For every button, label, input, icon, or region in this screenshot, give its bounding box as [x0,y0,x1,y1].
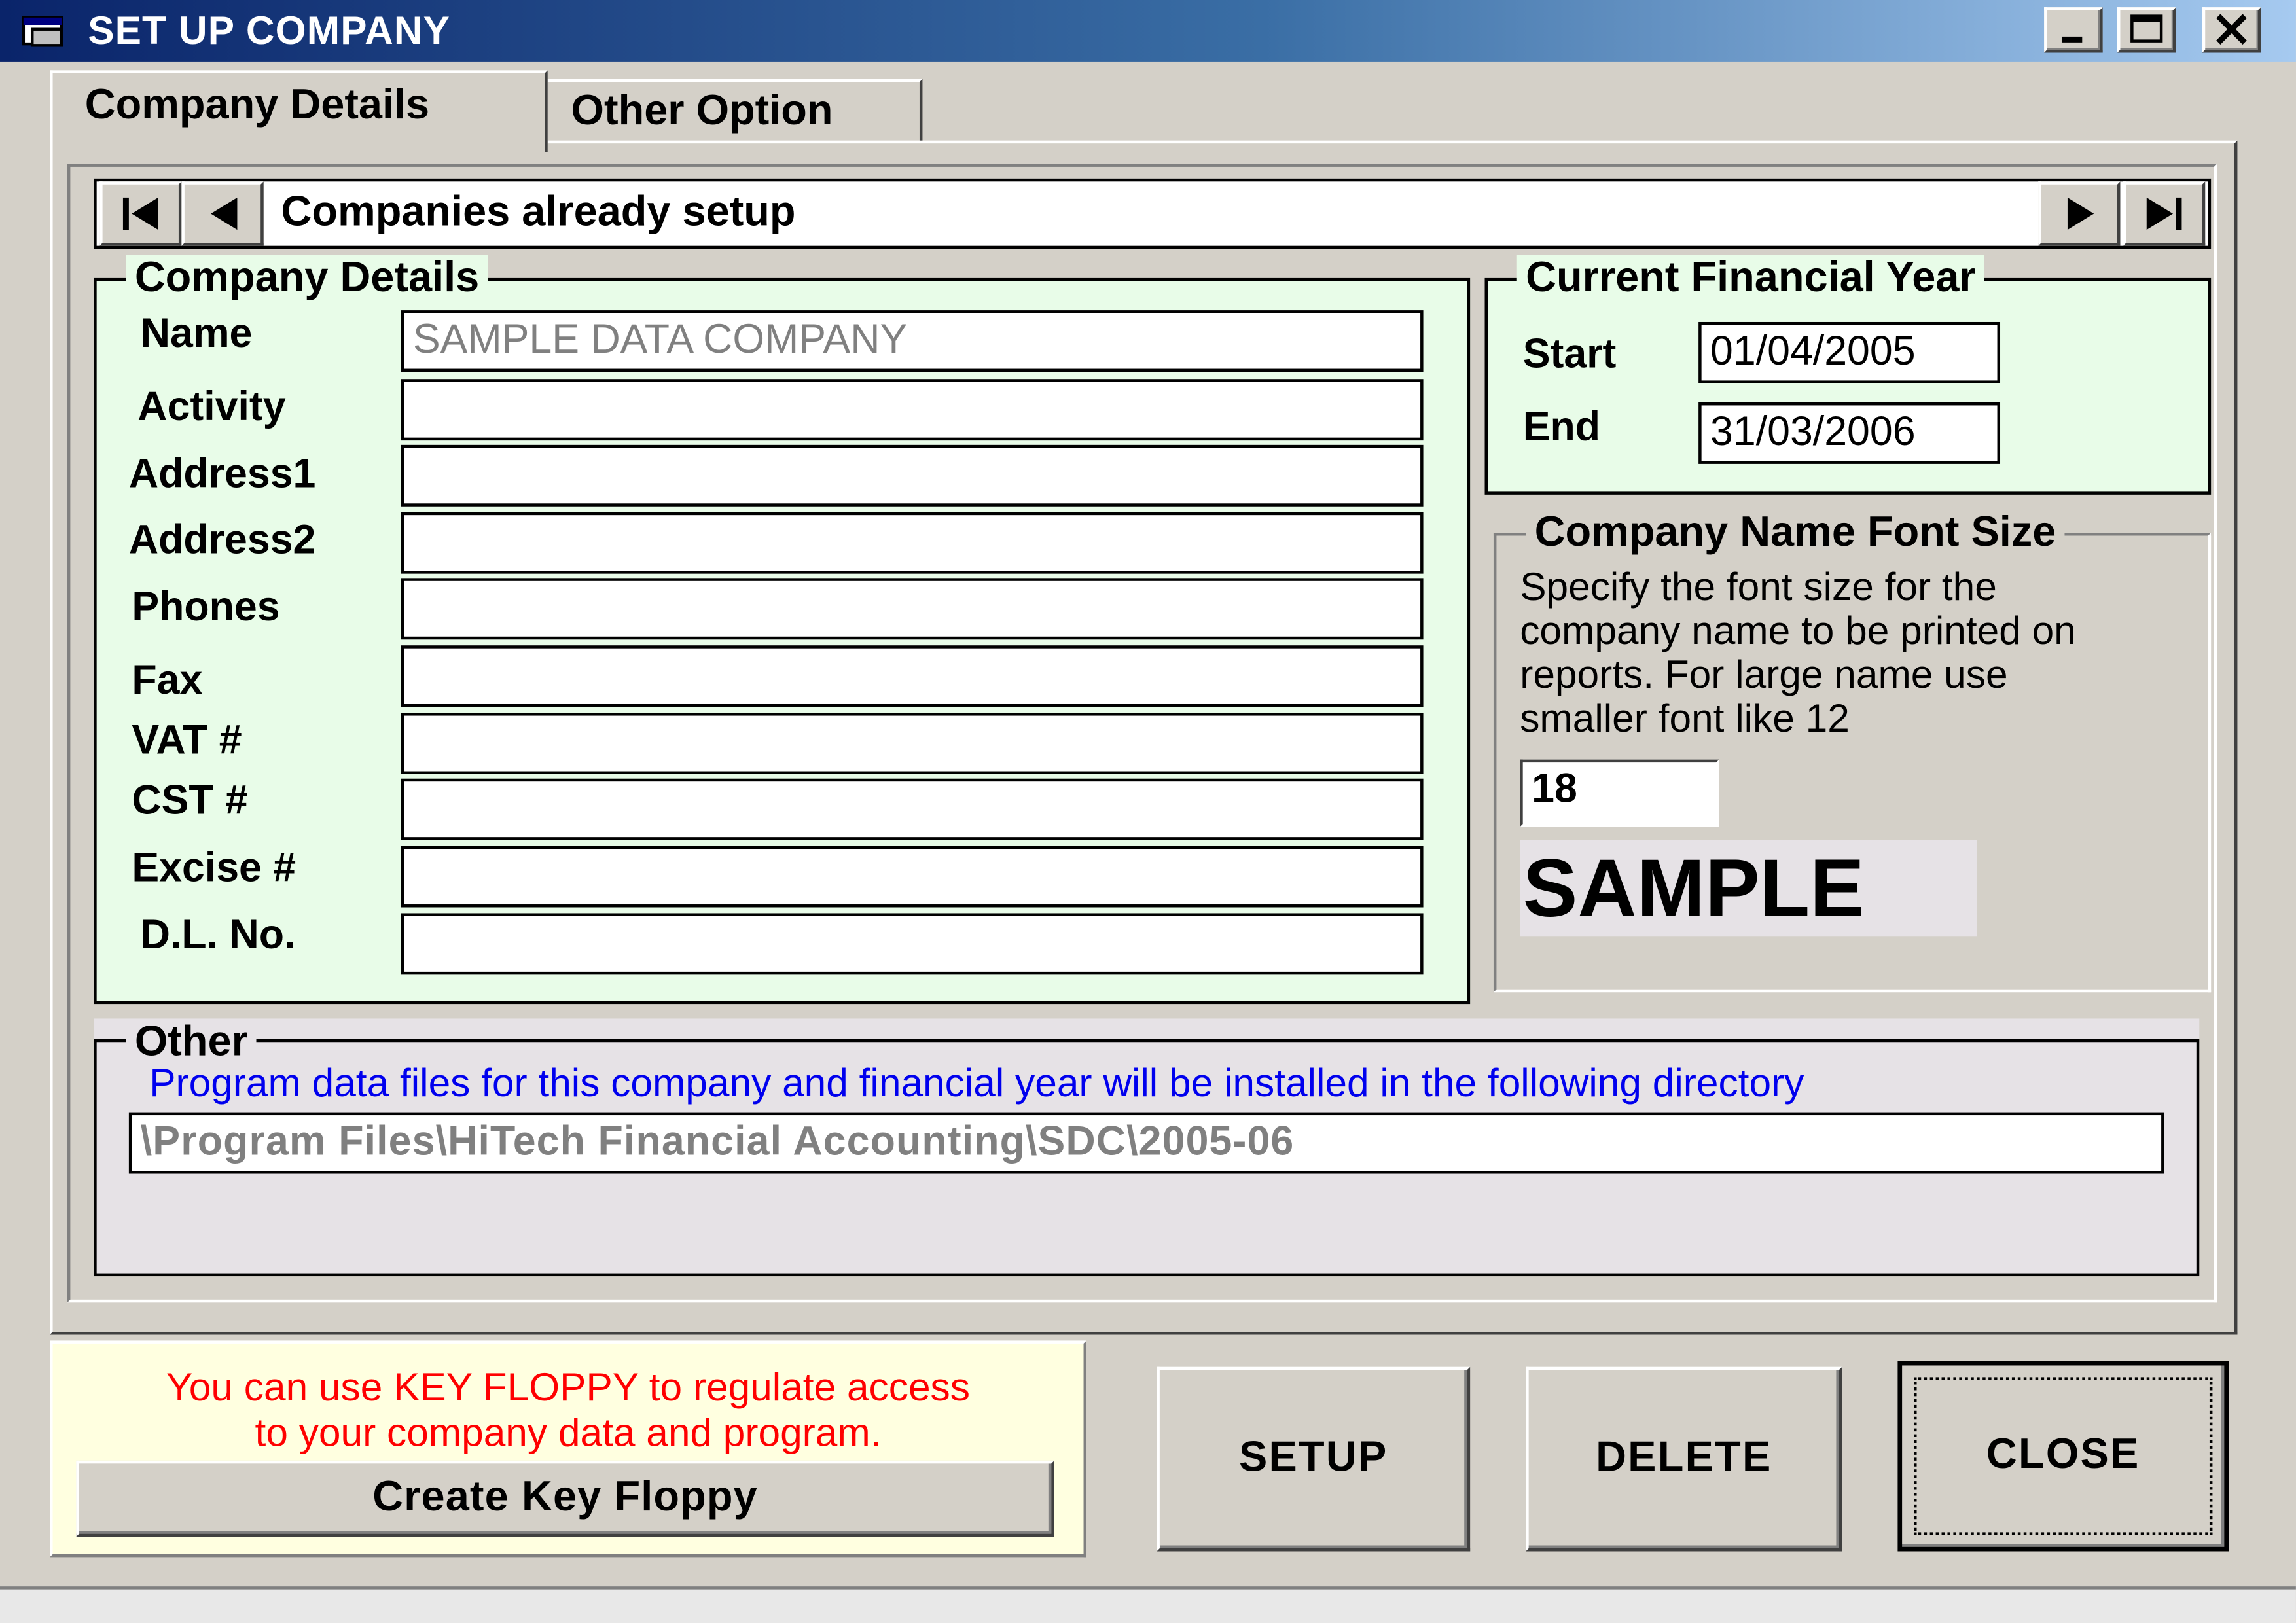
status-strip [0,1586,2296,1623]
first-icon [122,197,158,230]
window-title: SET UP COMPANY [88,9,451,53]
directory-field[interactable]: \Program Files\HiTech Financial Accounti… [128,1112,2164,1174]
font-size-group-title: Company Name Font Size [1526,509,2065,556]
cst-label: CST # [132,777,248,823]
first-record-button[interactable] [99,181,182,246]
company-details-group-title: Company Details [126,255,488,302]
font-sample-preview: SAMPLE [1520,840,1977,937]
end-date-field[interactable]: 31/03/2006 [1698,402,2001,464]
minimize-icon [2061,36,2083,43]
start-date-field[interactable]: 01/04/2005 [1698,321,2001,383]
description-line: reports. For large name use [1520,652,2008,697]
font-size-description: Specify the font size for the company na… [1520,565,2205,740]
font-size-input[interactable]: 18 [1520,759,1719,827]
phones-field[interactable] [401,578,1424,640]
fax-label: Fax [132,657,203,703]
setup-company-window: SET UP COMPANY Company Details Other Opt… [0,0,2296,1623]
key-floppy-message: You can use KEY FLOPPY to regulate acces… [53,1365,1084,1456]
address1-field[interactable] [401,444,1424,507]
vat-label: VAT # [132,717,242,763]
start-label: Start [1522,330,1617,376]
message-line: to your company data and program. [255,1410,882,1455]
cst-field[interactable] [401,778,1424,840]
dl-no-field[interactable] [401,913,1424,975]
last-record-button[interactable] [2123,181,2206,246]
delete-button[interactable]: DELETE [1526,1366,1842,1552]
financial-year-group-title: Current Financial Year [1516,255,1985,302]
maximize-icon [2130,14,2163,43]
activity-label: Activity [137,383,286,429]
phones-label: Phones [132,584,280,630]
description-line: company name to be printed on [1520,609,2076,653]
address1-label: Address1 [128,450,316,497]
close-button[interactable]: CLOSE [1897,1361,2229,1552]
vat-field[interactable] [401,713,1424,775]
tab-other-option[interactable]: Other Option [545,79,923,144]
maximize-button[interactable] [2117,7,2176,53]
directory-note: Program data files for this company and … [149,1061,1804,1105]
message-line: You can use KEY FLOPPY to regulate acces… [166,1365,970,1410]
description-line: Specify the font size for the [1520,565,1997,609]
last-icon [2146,197,2182,230]
window-icon [20,13,70,48]
close-icon [2216,14,2247,45]
other-group-title: Other [126,1018,257,1066]
dl-no-label: D.L. No. [140,912,296,957]
minimize-button[interactable] [2044,7,2103,53]
previous-record-button[interactable] [181,181,264,246]
name-label: Name [140,310,253,356]
next-record-button[interactable] [2038,181,2121,246]
end-label: End [1522,404,1601,450]
next-icon [2067,197,2094,230]
address2-label: Address2 [128,516,316,562]
create-key-floppy-button[interactable]: Create Key Floppy [76,1460,1054,1537]
fax-field[interactable] [401,645,1424,707]
setup-button[interactable]: SETUP [1157,1366,1471,1552]
address2-field[interactable] [401,512,1424,574]
description-line: smaller font like 12 [1520,696,1850,741]
previous-icon [211,197,238,230]
tab-company-details[interactable]: Company Details [50,70,548,152]
name-field[interactable]: SAMPLE DATA COMPANY [401,310,1424,372]
navigator-caption: Companies already setup [281,188,796,236]
excise-label: Excise # [132,844,296,890]
activity-field[interactable] [401,379,1424,441]
focus-rectangle [1914,1377,2213,1535]
excise-field[interactable] [401,846,1424,908]
close-window-button[interactable] [2202,7,2261,53]
